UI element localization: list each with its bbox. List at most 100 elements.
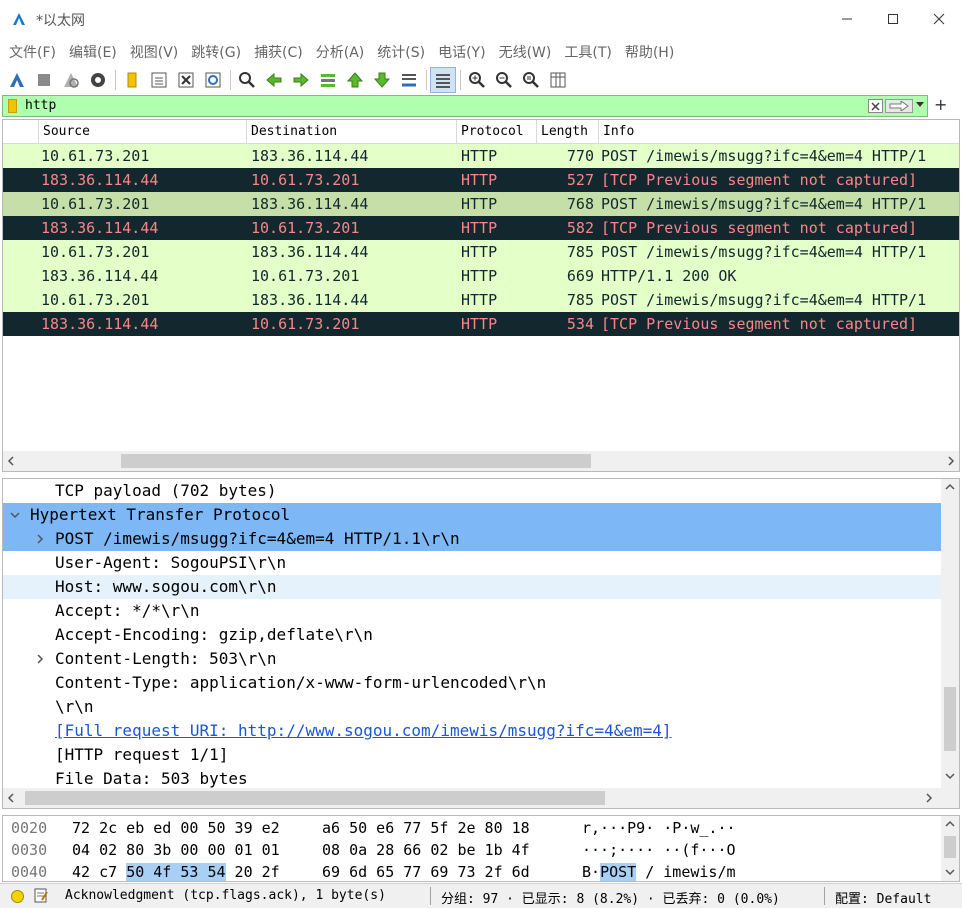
scroll-down-icon[interactable] — [945, 868, 955, 876]
last-packet-button[interactable] — [369, 67, 395, 93]
column-header-length[interactable]: Length — [537, 120, 599, 144]
byte-ascii[interactable]: r,···P9· ·P·w_.·· — [582, 817, 736, 839]
find-packet-icon — [239, 71, 255, 88]
column-header-protocol[interactable]: Protocol — [457, 120, 537, 144]
byte-hex-group-2[interactable]: 69 6d 65 77 69 73 2f 6d — [322, 861, 530, 881]
bookmark-icon[interactable] — [8, 99, 17, 113]
packet-row[interactable]: 183.36.114.44 10.61.73.201 HTTP 534 [TCP Pre… — [3, 312, 959, 336]
auto-scroll-button[interactable] — [396, 67, 422, 93]
details-horizontal-scroll-thumb[interactable] — [25, 791, 605, 805]
byte-ascii[interactable]: ···;···· ··(f···O — [582, 839, 736, 861]
filter-history-dropdown-icon[interactable] — [916, 102, 924, 107]
maximize-button[interactable] — [870, 0, 916, 38]
minimize-button[interactable] — [824, 0, 870, 38]
menu-edit[interactable]: 编辑(E) — [63, 42, 124, 62]
packet-list-scroll-thumb[interactable] — [121, 454, 591, 468]
resize-columns-button[interactable] — [545, 67, 571, 93]
tree-item[interactable]: User-Agent: SogouPSI\r\n — [3, 551, 941, 575]
tree-item[interactable]: POST /imewis/msugg?ifc=4&em=4 HTTP/1.1\r… — [3, 527, 941, 551]
packet-row[interactable]: 10.61.73.201 183.36.114.44 HTTP 785 POST /im… — [3, 240, 959, 264]
find-packet-button[interactable] — [234, 67, 260, 93]
colorize-button[interactable] — [430, 66, 456, 93]
tree-item[interactable]: \r\n — [3, 695, 941, 719]
menu-analyze[interactable]: 分析(A) — [310, 42, 372, 62]
go-to-packet-button[interactable] — [315, 67, 341, 93]
zoom-out-button[interactable] — [491, 67, 517, 93]
bytes-scroll-thumb[interactable] — [944, 836, 956, 858]
menu-help[interactable]: 帮助(H) — [619, 42, 681, 62]
column-header-source[interactable]: Source — [39, 120, 247, 144]
scroll-up-icon[interactable] — [945, 820, 955, 828]
open-file-button[interactable] — [119, 67, 145, 93]
menu-view[interactable]: 视图(V) — [124, 42, 186, 62]
reload-file-button[interactable] — [200, 67, 226, 93]
go-back-button[interactable] — [261, 67, 287, 93]
tree-item[interactable]: Hypertext Transfer Protocol — [3, 503, 941, 527]
menu-go[interactable]: 跳转(G) — [185, 42, 248, 62]
bytes-vertical-scrollbar[interactable] — [941, 816, 959, 881]
stop-capture-button[interactable] — [31, 67, 57, 93]
tree-item[interactable]: TCP payload (702 bytes) — [3, 479, 941, 503]
zoom-in-button[interactable] — [464, 67, 490, 93]
tree-item[interactable]: [Full request URI: http://www.sogou.com/… — [3, 719, 941, 743]
packet-row[interactable]: 10.61.73.201 183.36.114.44 HTTP 785 POST /im… — [3, 288, 959, 312]
expanded-arrow-icon[interactable] — [10, 510, 20, 520]
close-button[interactable] — [916, 0, 962, 38]
packet-row[interactable]: 183.36.114.44 10.61.73.201 HTTP 527 [TCP Pre… — [3, 168, 959, 192]
scroll-right-icon[interactable] — [947, 456, 955, 466]
clear-filter-button[interactable] — [868, 99, 883, 113]
details-vertical-scrollbar[interactable] — [941, 479, 959, 788]
menu-wireless[interactable]: 无线(W) — [493, 42, 559, 62]
byte-hex-group-2[interactable]: a6 50 e6 77 5f 2e 80 18 — [322, 817, 530, 839]
start-capture-button[interactable] — [4, 67, 30, 93]
tree-item[interactable]: [HTTP request 1/1] — [3, 743, 941, 767]
column-header-no[interactable] — [3, 120, 39, 144]
packet-list-horizontal-scrollbar[interactable] — [3, 451, 959, 471]
menu-statistics[interactable]: 统计(S) — [371, 42, 432, 62]
menu-tools[interactable]: 工具(T) — [558, 42, 618, 62]
collapsed-arrow-icon[interactable] — [35, 534, 45, 544]
capture-options-button[interactable] — [85, 67, 111, 93]
collapsed-arrow-icon[interactable] — [35, 654, 45, 664]
scroll-left-icon[interactable] — [7, 793, 15, 803]
expert-info-led-icon[interactable] — [11, 890, 24, 903]
profile-status[interactable]: 配置: Default — [835, 888, 931, 907]
menu-telephony[interactable]: 电话(Y) — [432, 42, 492, 62]
details-scroll-thumb[interactable] — [944, 687, 956, 751]
tree-item[interactable]: Content-Type: application/x-www-form-url… — [3, 671, 941, 695]
byte-hex-group-2[interactable]: 08 0a 28 66 02 be 1b 4f — [322, 839, 530, 861]
packet-row[interactable]: 183.36.114.44 10.61.73.201 HTTP 582 [TCP Pre… — [3, 216, 959, 240]
tree-item[interactable]: Accept-Encoding: gzip,deflate\r\n — [3, 623, 941, 647]
apply-filter-button[interactable] — [885, 99, 913, 113]
scroll-down-icon[interactable] — [945, 772, 955, 780]
full-request-uri-link[interactable]: [Full request URI: http://www.sogou.com/… — [55, 719, 672, 743]
restart-capture-button[interactable] — [58, 67, 84, 93]
column-header-destination[interactable]: Destination — [247, 120, 457, 144]
display-filter-input[interactable]: http — [2, 95, 928, 117]
tree-item[interactable]: Content-Length: 503\r\n — [3, 647, 941, 671]
byte-hex-group-1[interactable]: 42 c7 50 4f 53 54 20 2f — [72, 861, 280, 881]
scroll-right-icon[interactable] — [925, 793, 933, 803]
scroll-left-icon[interactable] — [7, 456, 15, 466]
add-filter-button[interactable]: + — [934, 95, 947, 114]
column-header-info[interactable]: Info — [599, 120, 959, 144]
close-file-button[interactable] — [173, 67, 199, 93]
menu-file[interactable]: 文件(F) — [3, 42, 63, 62]
packet-row[interactable]: 10.61.73.201 183.36.114.44 HTTP 768 POST /im… — [3, 192, 959, 216]
menu-capture[interactable]: 捕获(C) — [248, 42, 310, 62]
details-horizontal-scrollbar[interactable] — [3, 788, 959, 808]
go-forward-button[interactable] — [288, 67, 314, 93]
tree-item[interactable]: Accept: */*\r\n — [3, 599, 941, 623]
packet-row[interactable]: 183.36.114.44 10.61.73.201 HTTP 669 HTTP/1.1… — [3, 264, 959, 288]
capture-comment-icon[interactable] — [34, 888, 48, 903]
packet-destination: 183.36.114.44 — [251, 243, 369, 261]
normal-size-button[interactable] — [518, 67, 544, 93]
scroll-up-icon[interactable] — [945, 483, 955, 491]
packet-row[interactable]: 10.61.73.201 183.36.114.44 HTTP 770 POST /im… — [3, 144, 959, 168]
tree-item[interactable]: Host: www.sogou.com\r\n — [3, 575, 941, 599]
byte-hex-group-1[interactable]: 04 02 80 3b 00 00 01 01 — [72, 839, 280, 861]
save-file-button[interactable] — [146, 67, 172, 93]
first-packet-button[interactable] — [342, 67, 368, 93]
byte-ascii[interactable]: B·POST / imewis/m — [582, 861, 736, 881]
byte-hex-group-1[interactable]: 72 2c eb ed 00 50 39 e2 — [72, 817, 280, 839]
